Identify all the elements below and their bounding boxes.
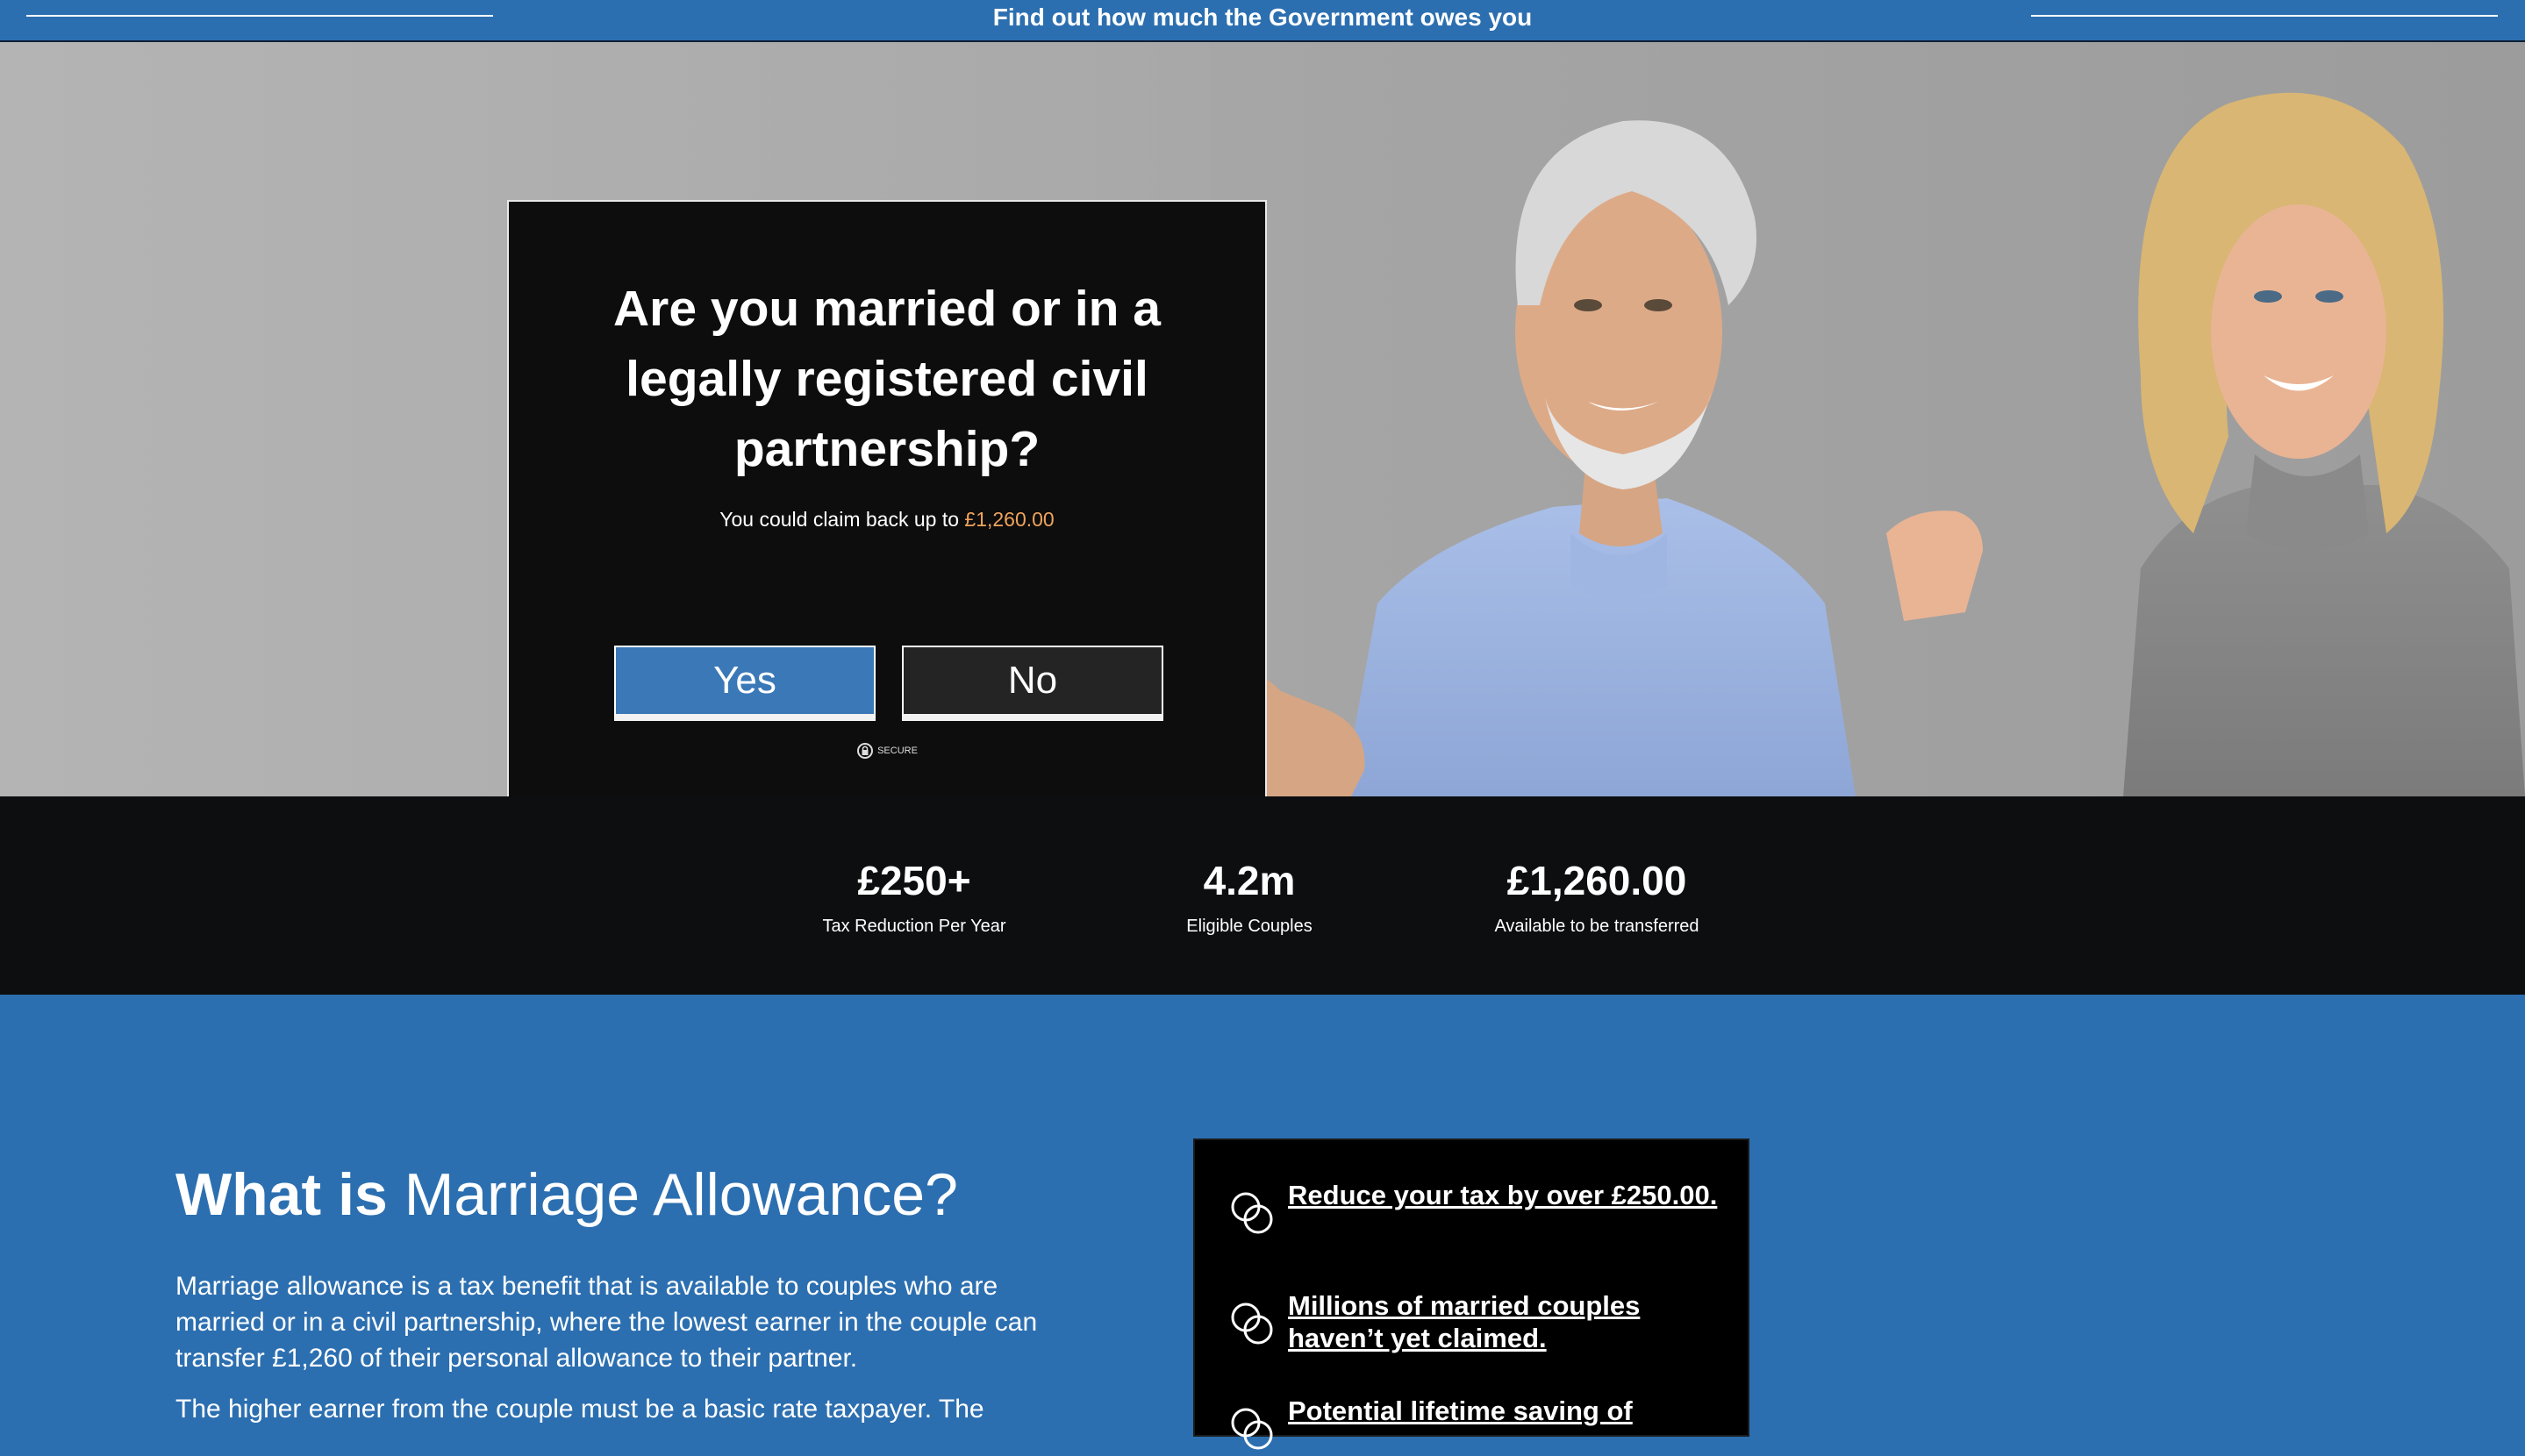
stat-label: Available to be transferred <box>1494 917 1699 936</box>
couple-photo <box>1211 42 2525 796</box>
question-card: Are you married or in a legally register… <box>507 200 1267 796</box>
secure-badge: SECURE <box>509 742 1265 760</box>
stat-value: 4.2m <box>1203 858 1296 903</box>
hero-section: Are you married or in a legally register… <box>0 42 2525 796</box>
section-title-strong: What is <box>175 1161 388 1228</box>
benefit-link[interactable]: Reduce your tax by over £250.00. <box>1288 1179 1720 1211</box>
banner-headline: Find out how much the Government owes yo… <box>992 4 1533 31</box>
secure-lock-icon <box>857 743 874 760</box>
benefit-link[interactable]: Millions of married couples haven’t yet … <box>1288 1289 1720 1354</box>
section-title: What is Marriage Allowance? <box>175 1158 958 1231</box>
info-paragraph: Marriage allowance is a tax benefit that… <box>175 1272 1038 1373</box>
stat-label: Eligible Couples <box>1186 917 1313 936</box>
claim-amount: £1,260.00 <box>964 508 1055 531</box>
stat-tax-reduction: £250+ Tax Reduction Per Year <box>756 854 1072 939</box>
question-title: Are you married or in a legally register… <box>612 281 1162 477</box>
secure-label: SECURE <box>877 746 918 756</box>
rings-icon <box>1231 1192 1273 1234</box>
stat-value: £250+ <box>857 858 971 903</box>
banner-divider-right <box>2031 15 2498 17</box>
top-banner: Find out how much the Government owes yo… <box>0 0 2525 42</box>
stats-bar: £250+ Tax Reduction Per Year 4.2m Eligib… <box>0 796 2525 995</box>
stat-transferable-amount: £1,260.00 Available to be transferred <box>1439 854 1755 939</box>
claim-prefix: You could claim back up to <box>719 508 960 531</box>
info-paragraph: The higher earner from the couple must b… <box>175 1395 984 1424</box>
stat-eligible-couples: 4.2m Eligible Couples <box>1091 854 1407 939</box>
stat-label: Tax Reduction Per Year <box>822 917 1006 936</box>
no-button[interactable]: No <box>902 646 1163 721</box>
section-title-rest: Marriage Allowance? <box>404 1161 958 1228</box>
benefit-link[interactable]: Potential lifetime saving of <box>1288 1395 1720 1427</box>
answer-buttons: Yes No <box>509 646 1265 728</box>
stat-value: £1,260.00 <box>1506 858 1687 903</box>
yes-button[interactable]: Yes <box>614 646 876 721</box>
benefits-panel: Reduce your tax by over £250.00. Million… <box>1193 1138 1749 1450</box>
info-section: What is Marriage Allowance? Marriage all… <box>0 995 2525 1450</box>
claim-text: You could claim back up to £1,260.00 <box>509 505 1265 533</box>
rings-icon <box>1231 1408 1273 1450</box>
rings-icon <box>1231 1303 1273 1345</box>
